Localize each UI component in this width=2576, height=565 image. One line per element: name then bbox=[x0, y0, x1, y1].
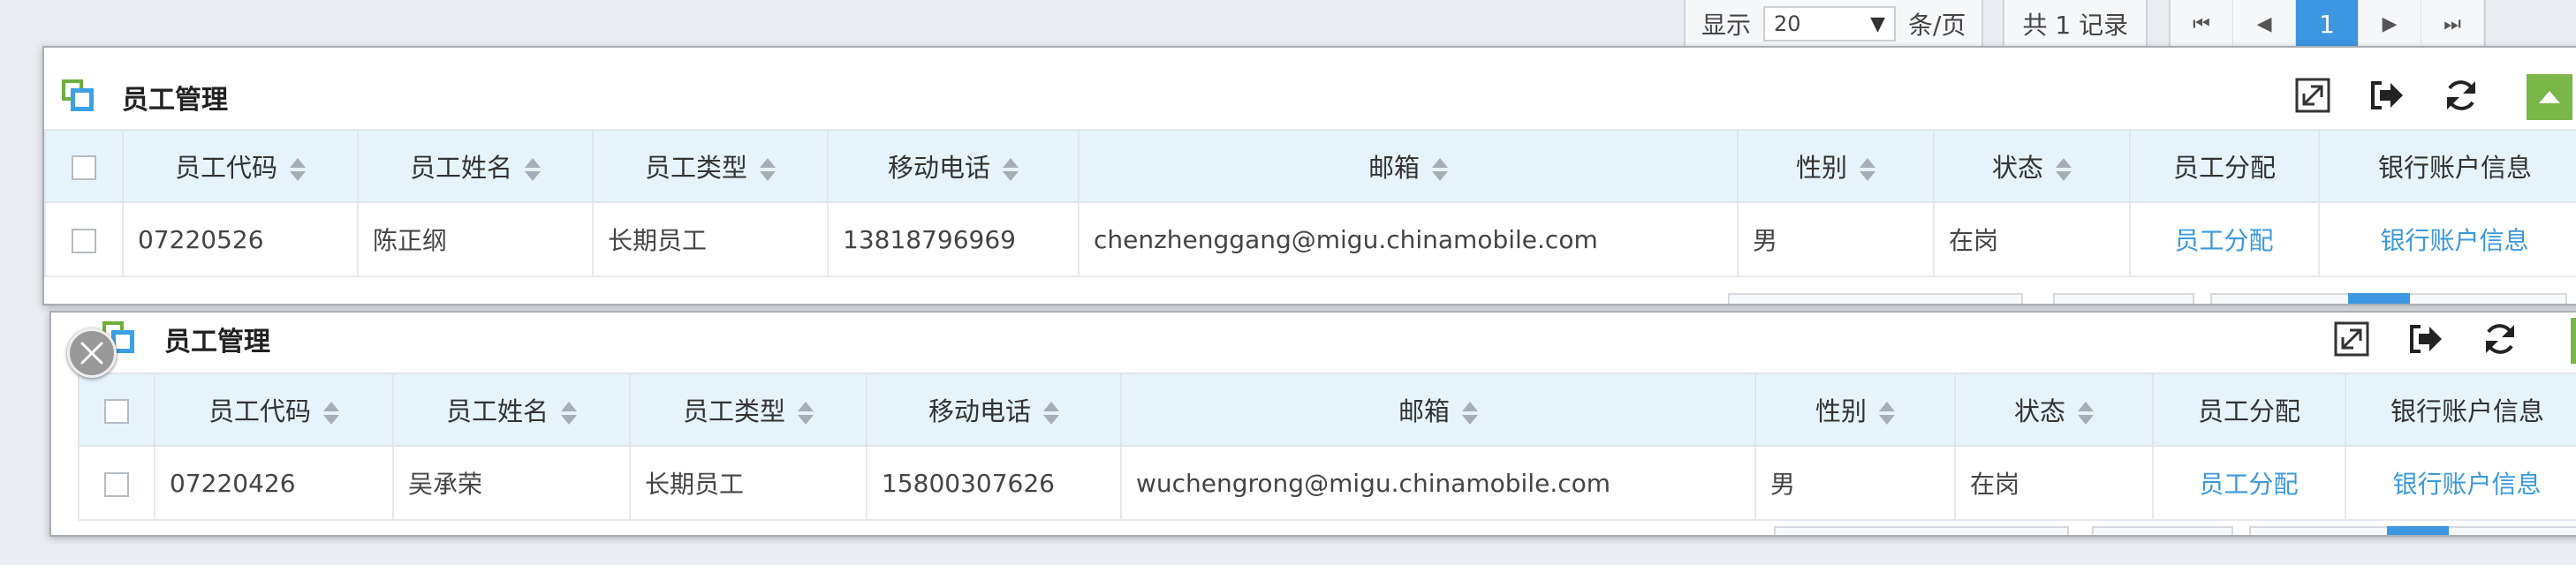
cell-name: 吴承荣 bbox=[392, 445, 631, 521]
next-page-button[interactable]: ▶ bbox=[2359, 0, 2422, 48]
page-size-select[interactable]: 20 ▼ bbox=[1763, 6, 1897, 41]
assign-link[interactable]: 员工分配 bbox=[2152, 445, 2346, 521]
cell-name: 陈正纲 bbox=[357, 201, 594, 277]
current-page-button[interactable]: 1 bbox=[2296, 0, 2360, 48]
sort-icon[interactable] bbox=[2056, 156, 2072, 183]
app-logo-icon bbox=[62, 79, 97, 115]
row-select-cell bbox=[44, 201, 124, 277]
table-row[interactable]: 07220526 陈正纲 长期员工 13818796969 chenzhengg… bbox=[44, 201, 2576, 277]
column-header-status[interactable]: 状态 bbox=[1933, 129, 2131, 203]
cell-phone: 13818796969 bbox=[827, 201, 1080, 277]
cell-phone: 15800307626 bbox=[866, 445, 1122, 521]
prev-page-button[interactable]: ◀ bbox=[2233, 0, 2297, 48]
pager-fragment bbox=[2092, 526, 2233, 535]
bank-account-link[interactable]: 银行账户信息 bbox=[2318, 201, 2576, 277]
pager-active-fragment bbox=[2387, 526, 2449, 535]
total-records: 共 1 记录 bbox=[2003, 0, 2148, 49]
column-header-assign: 员工分配 bbox=[2129, 129, 2320, 203]
row-checkbox[interactable] bbox=[103, 471, 129, 497]
column-header-email[interactable]: 邮箱 bbox=[1120, 373, 1756, 447]
row-select-cell bbox=[78, 445, 155, 521]
cell-type: 长期员工 bbox=[629, 445, 868, 521]
per-page-label: 条/页 bbox=[1908, 11, 1966, 40]
panel-title: 员工管理 bbox=[122, 85, 228, 116]
select-all-checkbox[interactable] bbox=[72, 155, 96, 180]
sort-icon[interactable] bbox=[290, 156, 306, 183]
employee-panel-1: 员工管理 员工代码 员工姓名 员工类型 移动电话 邮箱 性别 状态 员工分配 银… bbox=[42, 46, 2576, 305]
bank-account-link[interactable]: 银行账户信息 bbox=[2345, 445, 2576, 521]
table-row[interactable]: 07220426 吴承荣 长期员工 15800307626 wuchengron… bbox=[78, 445, 2576, 521]
close-icon[interactable] bbox=[67, 328, 117, 378]
sort-icon[interactable] bbox=[525, 156, 541, 183]
select-all-cell bbox=[44, 129, 124, 203]
sort-icon[interactable] bbox=[1043, 400, 1059, 426]
last-page-button[interactable]: ⏭ bbox=[2421, 0, 2485, 48]
column-header-code[interactable]: 员工代码 bbox=[122, 129, 359, 203]
employee-table: 员工代码 员工姓名 员工类型 移动电话 邮箱 性别 状态 员工分配 银行账户信息… bbox=[78, 373, 2576, 521]
column-header-name[interactable]: 员工姓名 bbox=[357, 129, 594, 203]
assign-link[interactable]: 员工分配 bbox=[2129, 201, 2320, 277]
sort-icon[interactable] bbox=[1879, 400, 1895, 426]
export-icon[interactable] bbox=[2366, 74, 2408, 117]
column-header-gender[interactable]: 性别 bbox=[1754, 373, 1956, 447]
page-size-control: 显示 20 ▼ 条/页 bbox=[1684, 0, 1984, 49]
employee-panel-2: 员工管理 员工代码 员工姓名 员工类型 移动电话 邮箱 性别 状态 员工分配 银… bbox=[49, 311, 2576, 537]
chevron-down-icon: ▼ bbox=[1870, 12, 1886, 35]
sort-icon[interactable] bbox=[1432, 156, 1448, 183]
export-icon[interactable] bbox=[2405, 318, 2447, 360]
sort-icon[interactable] bbox=[1860, 156, 1875, 183]
show-label: 显示 bbox=[1701, 11, 1752, 40]
page-size-value: 20 bbox=[1774, 11, 1801, 36]
column-header-gender[interactable]: 性别 bbox=[1737, 129, 1935, 203]
column-header-assign: 员工分配 bbox=[2152, 373, 2346, 447]
column-header-status[interactable]: 状态 bbox=[1954, 373, 2154, 447]
column-header-bank: 银行账户信息 bbox=[2345, 373, 2576, 447]
column-header-name[interactable]: 员工姓名 bbox=[392, 373, 631, 447]
cell-gender: 男 bbox=[1754, 445, 1956, 521]
sort-icon[interactable] bbox=[2078, 400, 2094, 426]
row-checkbox[interactable] bbox=[71, 228, 96, 253]
pager-active-fragment bbox=[2348, 293, 2410, 304]
column-header-type[interactable]: 员工类型 bbox=[629, 373, 868, 447]
cell-status: 在岗 bbox=[1954, 445, 2154, 521]
column-header-bank: 银行账户信息 bbox=[2318, 129, 2576, 203]
panel-header: 员工管理 bbox=[44, 48, 2576, 129]
sort-icon[interactable] bbox=[1003, 156, 1019, 183]
sort-icon[interactable] bbox=[323, 400, 339, 426]
cell-code: 07220526 bbox=[122, 201, 359, 277]
page-navigation: ⏮ ◀ 1 ▶ ⏭ bbox=[2169, 0, 2487, 49]
table-header-row: 员工代码 员工姓名 员工类型 移动电话 邮箱 性别 状态 员工分配 银行账户信息 bbox=[44, 129, 2576, 203]
pagination-bar: 显示 20 ▼ 条/页 共 1 记录 ⏮ ◀ 1 ▶ ⏭ bbox=[1684, 0, 2487, 49]
expand-icon[interactable] bbox=[2292, 74, 2334, 117]
select-all-cell bbox=[78, 373, 155, 447]
column-header-email[interactable]: 邮箱 bbox=[1078, 129, 1739, 203]
sort-icon[interactable] bbox=[561, 400, 577, 426]
cell-status: 在岗 bbox=[1933, 201, 2131, 277]
pager-fragment bbox=[1774, 526, 2069, 535]
first-page-button[interactable]: ⏮ bbox=[2171, 0, 2234, 48]
collapse-icon[interactable] bbox=[2571, 318, 2576, 364]
cell-gender: 男 bbox=[1737, 201, 1935, 277]
expand-icon[interactable] bbox=[2330, 318, 2373, 360]
column-header-phone[interactable]: 移动电话 bbox=[866, 373, 1122, 447]
sort-icon[interactable] bbox=[1462, 400, 1478, 426]
collapse-icon[interactable] bbox=[2527, 74, 2572, 120]
pager-fragment bbox=[2053, 293, 2194, 304]
panel-title: 员工管理 bbox=[164, 327, 270, 358]
column-header-phone[interactable]: 移动电话 bbox=[827, 129, 1080, 203]
select-all-checkbox[interactable] bbox=[104, 399, 129, 424]
sort-icon[interactable] bbox=[760, 156, 776, 183]
employee-table: 员工代码 员工姓名 员工类型 移动电话 邮箱 性别 状态 员工分配 银行账户信息… bbox=[44, 129, 2576, 277]
cell-email: wuchengrong@migu.chinamobile.com bbox=[1120, 445, 1756, 521]
pager-fragment bbox=[1728, 293, 2023, 304]
cell-code: 07220426 bbox=[154, 445, 394, 521]
table-header-row: 员工代码 员工姓名 员工类型 移动电话 邮箱 性别 状态 员工分配 银行账户信息 bbox=[78, 373, 2576, 447]
sort-icon[interactable] bbox=[798, 400, 814, 426]
refresh-icon[interactable] bbox=[2479, 318, 2521, 360]
cell-email: chenzhenggang@migu.chinamobile.com bbox=[1078, 201, 1739, 277]
column-header-type[interactable]: 员工类型 bbox=[592, 129, 829, 203]
cell-type: 长期员工 bbox=[592, 201, 829, 277]
refresh-icon[interactable] bbox=[2440, 74, 2482, 117]
column-header-code[interactable]: 员工代码 bbox=[154, 373, 394, 447]
